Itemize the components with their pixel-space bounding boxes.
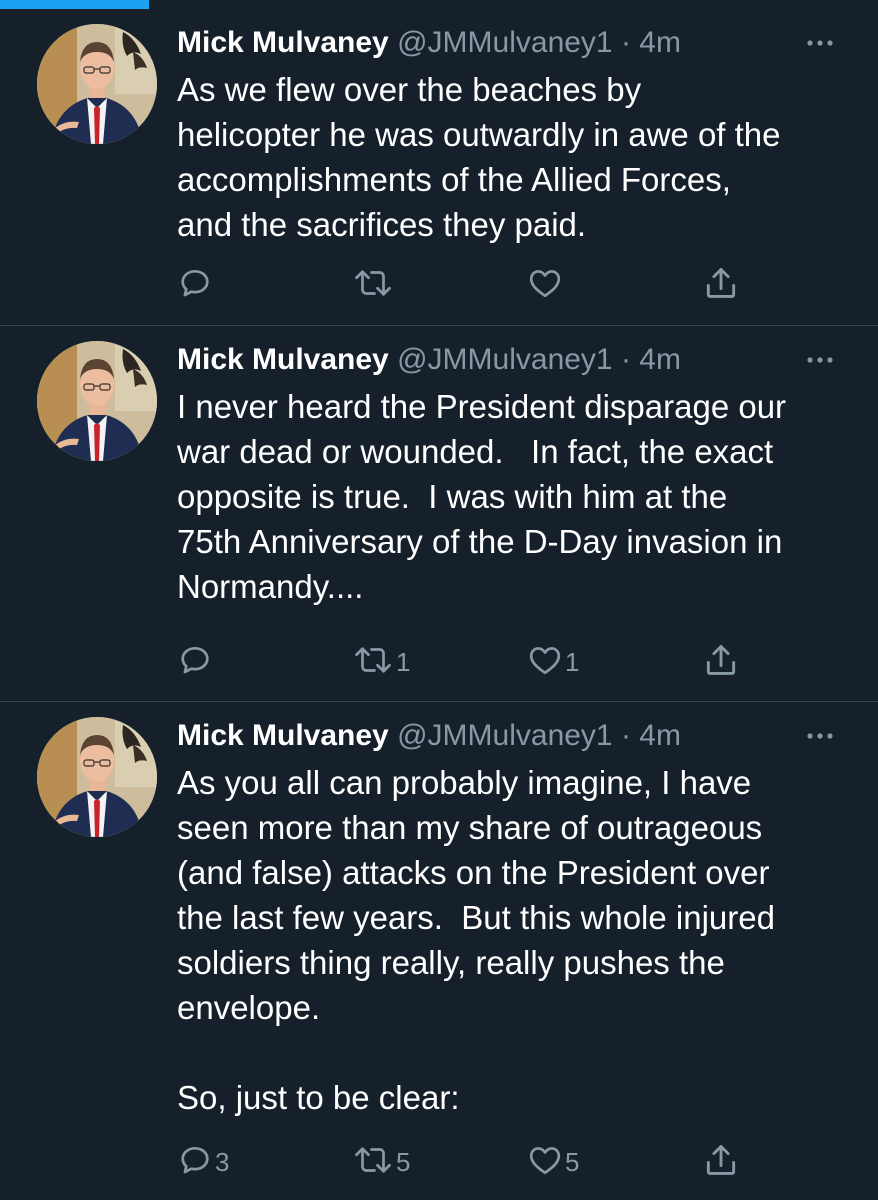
tweet-header: Mick Mulvaney @JMMulvaney1 · 4m bbox=[177, 716, 837, 756]
heart-icon bbox=[527, 265, 563, 306]
tweet-header: Mick Mulvaney @JMMulvaney1 · 4m bbox=[177, 340, 837, 380]
like-button[interactable]: 1 bbox=[527, 642, 579, 682]
retweet-button[interactable]: 5 bbox=[352, 1142, 410, 1182]
loading-progress-bar bbox=[0, 0, 878, 9]
retweet-icon bbox=[352, 265, 394, 306]
like-button[interactable]: 5 bbox=[527, 1142, 579, 1182]
avatar[interactable] bbox=[37, 24, 157, 144]
share-icon bbox=[702, 264, 740, 307]
avatar[interactable] bbox=[37, 341, 157, 461]
share-icon bbox=[702, 1141, 740, 1184]
tweet-actions bbox=[177, 265, 777, 305]
reply-icon bbox=[177, 1142, 213, 1183]
like-count: 5 bbox=[565, 1146, 580, 1177]
share-button[interactable] bbox=[702, 265, 740, 305]
timeline[interactable]: Mick Mulvaney @JMMulvaney1 · 4m As we fl… bbox=[0, 9, 878, 1200]
retweet-count: 5 bbox=[396, 1146, 411, 1177]
reply-button[interactable] bbox=[177, 265, 215, 305]
like-count: 1 bbox=[565, 646, 580, 677]
author-name[interactable]: Mick Mulvaney bbox=[177, 719, 389, 752]
like-button[interactable] bbox=[527, 265, 565, 305]
heart-icon bbox=[527, 1142, 563, 1183]
loading-progress-fill bbox=[0, 0, 150, 9]
retweet-icon bbox=[352, 642, 394, 683]
author-name[interactable]: Mick Mulvaney bbox=[177, 26, 389, 59]
more-icon[interactable] bbox=[804, 23, 836, 63]
author-handle-time[interactable]: @JMMulvaney1 · 4m bbox=[397, 719, 681, 752]
author-handle-time[interactable]: @JMMulvaney1 · 4m bbox=[397, 26, 681, 59]
tweet[interactable]: Mick Mulvaney @JMMulvaney1 · 4m I never … bbox=[0, 326, 878, 702]
reply-icon bbox=[177, 265, 213, 306]
retweet-button[interactable]: 1 bbox=[352, 642, 410, 682]
retweet-button[interactable] bbox=[352, 265, 396, 305]
more-icon[interactable] bbox=[804, 716, 836, 756]
share-button[interactable] bbox=[702, 642, 740, 682]
tweet-header: Mick Mulvaney @JMMulvaney1 · 4m bbox=[177, 23, 837, 63]
tweet[interactable]: Mick Mulvaney @JMMulvaney1 · 4m As we fl… bbox=[0, 9, 878, 326]
tweet-text: I never heard the President disparage ou… bbox=[177, 388, 787, 605]
reply-button[interactable] bbox=[177, 642, 215, 682]
author-name[interactable]: Mick Mulvaney bbox=[177, 343, 389, 376]
heart-icon bbox=[527, 642, 563, 683]
reply-button[interactable]: 3 bbox=[177, 1142, 229, 1182]
tweet[interactable]: Mick Mulvaney @JMMulvaney1 · 4m As you a… bbox=[0, 702, 878, 1200]
retweet-icon bbox=[352, 1142, 394, 1183]
reply-count: 3 bbox=[215, 1146, 230, 1177]
tweet-text: As you all can probably imagine, I have … bbox=[177, 764, 775, 1116]
share-icon bbox=[702, 641, 740, 684]
tweet-actions: 3 5 5 bbox=[177, 1142, 777, 1182]
tweet-actions: 1 1 bbox=[177, 642, 777, 682]
retweet-count: 1 bbox=[396, 646, 411, 677]
share-button[interactable] bbox=[702, 1142, 740, 1182]
avatar[interactable] bbox=[37, 717, 157, 837]
reply-icon bbox=[177, 642, 213, 683]
more-icon[interactable] bbox=[804, 340, 836, 380]
tweet-text: As we flew over the beaches by helicopte… bbox=[177, 71, 781, 243]
author-handle-time[interactable]: @JMMulvaney1 · 4m bbox=[397, 343, 681, 376]
